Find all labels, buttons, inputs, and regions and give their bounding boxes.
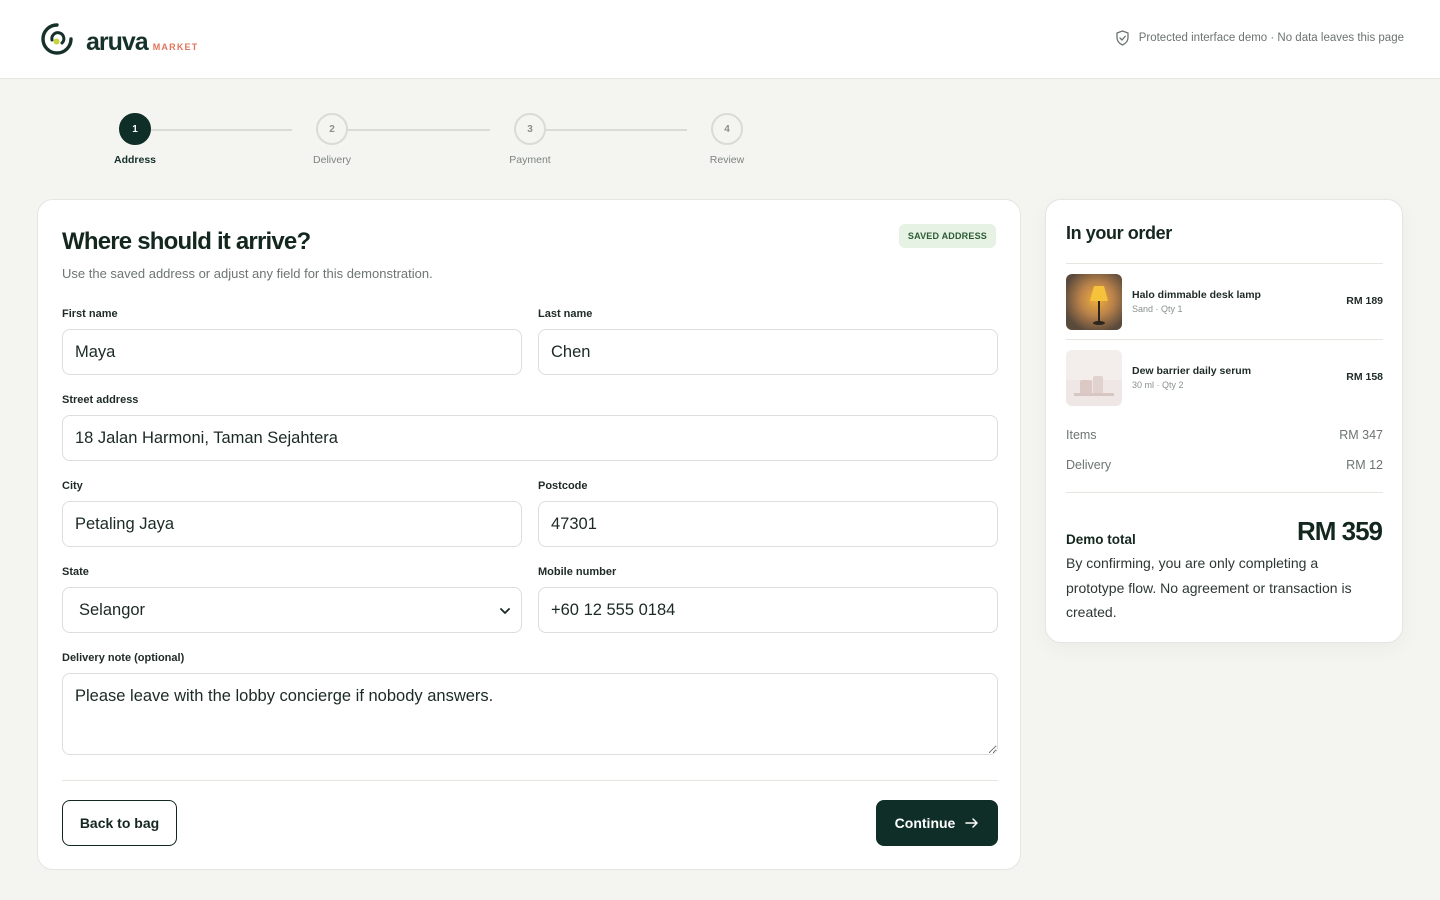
item-meta: 30 ml · Qty 2 (1132, 380, 1184, 390)
items-subtotal-label: Items (1066, 428, 1097, 442)
item-meta: Sand · Qty 1 (1132, 304, 1183, 314)
state-select[interactable]: Selangor (62, 587, 522, 633)
items-subtotal-value: RM 347 (1339, 428, 1383, 442)
step-delivery[interactable]: 2 Delivery (292, 113, 372, 166)
summary-divider (1066, 339, 1383, 340)
summary-divider (1066, 263, 1383, 264)
state-group: State Selangor (62, 566, 522, 633)
step-number: 3 (514, 113, 546, 145)
postcode-group: Postcode (538, 480, 998, 547)
summary-divider (1066, 492, 1383, 493)
first-name-label: First name (62, 308, 118, 320)
chevron-down-icon (500, 608, 510, 614)
delivery-note-label: Delivery note (optional) (62, 652, 185, 664)
delivery-fee-row: Delivery RM 12 (1066, 458, 1383, 472)
street-address-group: Street address (62, 394, 998, 461)
first-name-group: First name (62, 308, 522, 375)
demo-total-value: RM 359 (1296, 516, 1383, 546)
last-name-input[interactable] (538, 329, 998, 375)
brand-name: aruva (86, 28, 149, 56)
step-review[interactable]: 4 Review (687, 113, 767, 166)
item-price: RM 189 (1346, 295, 1383, 307)
step-number: 4 (711, 113, 743, 145)
back-to-bag-button[interactable]: Back to bag (62, 800, 177, 846)
item-name: Dew barrier daily serum (1132, 365, 1252, 377)
delivery-note-group: Delivery note (optional) Please leave wi… (62, 652, 998, 760)
item-name: Halo dimmable desk lamp (1132, 289, 1261, 301)
step-label: Address (113, 154, 156, 166)
step-label: Review (709, 154, 745, 166)
brand-mark-icon (41, 23, 73, 55)
brand-logo[interactable]: aruva MARKET (40, 22, 198, 56)
address-form-card: Where should it arrive? Use the saved ad… (37, 199, 1021, 870)
security-note-text: Protected interface demo · No data leave… (1138, 32, 1404, 44)
step-number: 2 (316, 113, 348, 145)
saved-address-badge: SAVED ADDRESS (898, 224, 996, 248)
top-header: aruva MARKET Protected interface demo · … (0, 0, 1440, 79)
product-thumbnail-serum (1066, 350, 1122, 406)
continue-button[interactable]: Continue (876, 800, 998, 846)
order-item: Halo dimmable desk lamp Sand · Qty 1 RM … (1066, 274, 1383, 330)
step-payment[interactable]: 3 Payment (490, 113, 570, 166)
last-name-group: Last name (538, 308, 998, 375)
street-address-label: Street address (62, 394, 139, 406)
security-note: Protected interface demo · No data leave… (1115, 30, 1404, 46)
brand-subtitle: MARKET (152, 42, 199, 52)
last-name-label: Last name (538, 308, 593, 320)
state-label: State (62, 566, 89, 578)
delivery-fee-value: RM 12 (1346, 458, 1383, 472)
prototype-disclaimer: By confirming, you are only completing a… (1066, 555, 1352, 620)
mobile-number-group: Mobile number (538, 566, 998, 633)
items-subtotal-row: Items RM 347 (1066, 428, 1383, 442)
step-address[interactable]: 1 Address (95, 113, 175, 166)
order-summary-card: In your order Halo dimmable desk lamp Sa… (1045, 199, 1403, 643)
continue-button-label: Continue (894, 815, 956, 831)
city-input[interactable] (62, 501, 522, 547)
step-label: Delivery (313, 154, 351, 166)
form-divider (62, 780, 998, 781)
mobile-number-label: Mobile number (538, 566, 617, 578)
postcode-label: Postcode (538, 480, 588, 492)
city-group: City (62, 480, 522, 547)
item-price: RM 158 (1346, 371, 1383, 383)
form-title: Where should it arrive? (62, 228, 311, 255)
mobile-number-input[interactable] (538, 587, 998, 633)
shield-check-icon (1116, 30, 1129, 46)
product-thumbnail-lamp (1066, 274, 1122, 330)
step-number: 1 (119, 113, 151, 145)
checkout-stepper: 1 Address 2 Delivery 3 Payment 4 Review (95, 113, 785, 173)
first-name-input[interactable] (62, 329, 522, 375)
arrow-right-icon (965, 818, 979, 828)
demo-total-label: Demo total (1066, 532, 1136, 547)
postcode-input[interactable] (538, 501, 998, 547)
street-address-input[interactable] (62, 415, 998, 461)
order-item: Dew barrier daily serum 30 ml · Qty 2 RM… (1066, 350, 1383, 406)
step-label: Payment (509, 154, 551, 166)
form-subtitle: Use the saved address or adjust any fiel… (62, 266, 433, 281)
city-label: City (62, 480, 83, 492)
summary-title: In your order (1066, 223, 1172, 243)
delivery-fee-label: Delivery (1066, 458, 1112, 472)
delivery-note-textarea[interactable]: Please leave with the lobby concierge if… (62, 673, 998, 755)
state-select-value: Selangor (79, 601, 146, 619)
